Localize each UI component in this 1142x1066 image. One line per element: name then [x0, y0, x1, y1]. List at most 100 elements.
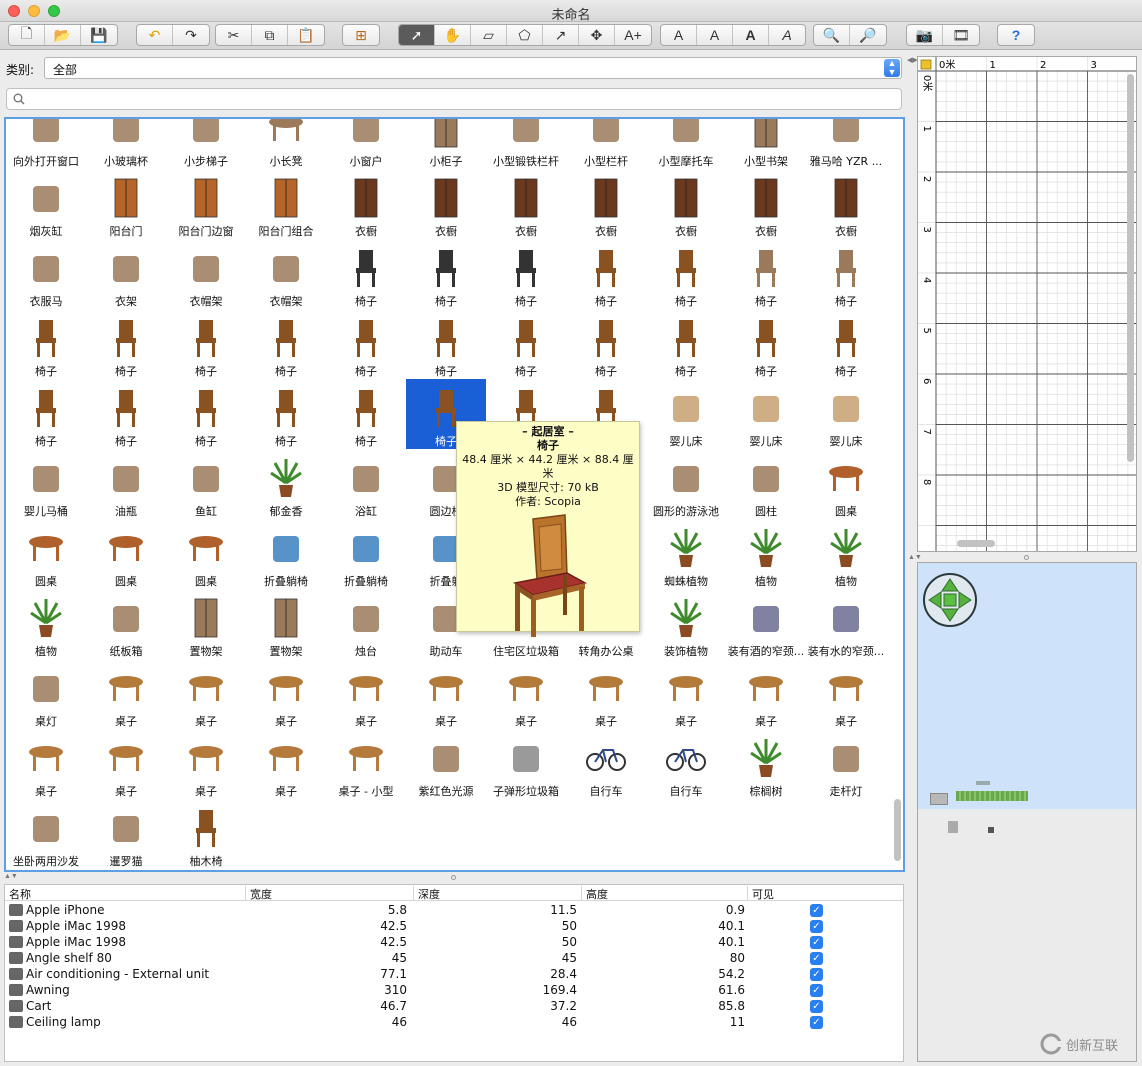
open-folder-icon[interactable]: 📂 — [45, 25, 81, 45]
visible-checkbox[interactable]: ✓ — [810, 936, 823, 949]
catalog-item[interactable]: 烛台 — [326, 589, 406, 659]
3d-view[interactable] — [917, 562, 1137, 1062]
catalog-item[interactable]: 阳台门组合 — [246, 169, 326, 239]
catalog-item[interactable]: 椅子 — [246, 309, 326, 379]
column-header-height[interactable]: 高度 — [581, 886, 747, 901]
table-row[interactable]: Apple iMac 1998 42.5 50 40.1 ✓ — [5, 918, 891, 934]
catalog-item[interactable]: 紫红色光源 — [406, 729, 486, 799]
cut-icon[interactable]: ✂ — [216, 25, 252, 45]
decrease-text-size-icon[interactable]: A — [697, 25, 733, 45]
catalog-item[interactable]: 桌灯 — [6, 659, 86, 729]
catalog-item[interactable]: 椅子 — [726, 309, 806, 379]
visible-checkbox[interactable]: ✓ — [810, 904, 823, 917]
column-header-depth[interactable]: 深度 — [413, 886, 581, 901]
add-furniture-icon[interactable]: ⊞ — [343, 25, 379, 45]
horizontal-splitter[interactable]: ▲▼ — [0, 873, 910, 883]
catalog-item[interactable]: 椅子 — [486, 239, 566, 309]
new-file-icon[interactable]: 🗋 — [9, 25, 45, 45]
table-row[interactable]: Apple iMac 1998 42.5 50 40.1 ✓ — [5, 934, 891, 950]
catalog-item[interactable]: 衣橱 — [326, 169, 406, 239]
catalog-item[interactable]: 桌子 — [326, 659, 406, 729]
catalog-scrollbar[interactable] — [894, 799, 901, 861]
catalog-item[interactable]: 衣橱 — [566, 169, 646, 239]
catalog-item[interactable]: 装饰植物 — [646, 589, 726, 659]
catalog-item[interactable]: 椅子 — [806, 239, 886, 309]
column-header-width[interactable]: 宽度 — [245, 886, 413, 901]
italic-text-icon[interactable]: A — [769, 25, 805, 45]
catalog-item[interactable]: 置物架 — [246, 589, 326, 659]
catalog-item[interactable]: 椅子 — [326, 239, 406, 309]
catalog-item[interactable]: 衣架 — [86, 239, 166, 309]
catalog-item[interactable]: 阳台门 — [86, 169, 166, 239]
catalog-item[interactable]: 小型锻铁栏杆 — [486, 119, 566, 169]
catalog-item[interactable]: 婴儿床 — [806, 379, 886, 449]
catalog-item[interactable]: 椅子 — [806, 309, 886, 379]
catalog-item[interactable]: 桌子 — [646, 659, 726, 729]
category-select[interactable]: 全部 ▲ ▼ — [44, 57, 902, 79]
save-icon[interactable]: 💾 — [81, 25, 117, 45]
catalog-item[interactable]: 鱼缸 — [166, 449, 246, 519]
catalog-item[interactable]: 走杆灯 — [806, 729, 886, 799]
column-header-visible[interactable]: 可见 — [747, 886, 891, 901]
catalog-item[interactable]: 植物 — [6, 589, 86, 659]
catalog-item[interactable]: 圆桌 — [166, 519, 246, 589]
plan-3d-splitter[interactable]: ▲▼ — [906, 554, 1142, 562]
splitter-handle[interactable] — [451, 875, 456, 880]
catalog-item[interactable]: 椅子 — [646, 309, 726, 379]
catalog-item[interactable]: 婴儿马桶 — [6, 449, 86, 519]
visible-checkbox[interactable]: ✓ — [810, 1016, 823, 1029]
catalog-item[interactable]: 坐卧两用沙发 — [6, 799, 86, 869]
catalog-item[interactable]: 小窗户 — [326, 119, 406, 169]
catalog-item[interactable]: 衣服马 — [6, 239, 86, 309]
select-mode-icon[interactable]: ➚ — [399, 25, 435, 45]
table-row[interactable]: Apple iPhone 5.8 11.5 0.9 ✓ — [5, 902, 891, 918]
catalog-item[interactable]: 自行车 — [566, 729, 646, 799]
catalog-item[interactable]: 衣帽架 — [166, 239, 246, 309]
plan-lock-icon[interactable] — [920, 59, 932, 70]
table-row[interactable]: Ceiling lamp 46 46 11 ✓ — [5, 1014, 891, 1030]
catalog-item[interactable]: 桌子 — [166, 729, 246, 799]
catalog-item[interactable]: 椅子 — [86, 379, 166, 449]
catalog-item[interactable]: 椅子 — [6, 379, 86, 449]
search-input[interactable] — [33, 91, 893, 107]
zoom-in-icon[interactable]: 🔍 — [814, 25, 850, 45]
catalog-item[interactable]: 植物 — [806, 519, 886, 589]
create-dimensions-icon[interactable]: ✥ — [579, 25, 615, 45]
catalog-item[interactable]: 自行车 — [646, 729, 726, 799]
catalog-item[interactable]: 蜘蛛植物 — [646, 519, 726, 589]
catalog-item[interactable]: 圆柱 — [726, 449, 806, 519]
paste-icon[interactable]: 📋 — [288, 25, 324, 45]
catalog-item[interactable]: 阳台门边窗 — [166, 169, 246, 239]
catalog-item[interactable]: 椅子 — [646, 239, 726, 309]
help-icon[interactable]: ? — [998, 25, 1034, 45]
catalog-item[interactable]: 小玻璃杯 — [86, 119, 166, 169]
visible-checkbox[interactable]: ✓ — [810, 968, 823, 981]
catalog-item[interactable]: 桌子 — [246, 729, 326, 799]
redo-icon[interactable]: ↷ — [173, 25, 209, 45]
catalog-item[interactable]: 棕榈树 — [726, 729, 806, 799]
table-row[interactable]: Angle shelf 80 45 45 80 ✓ — [5, 950, 891, 966]
catalog-item[interactable]: 小型书架 — [726, 119, 806, 169]
catalog-item[interactable]: 油瓶 — [86, 449, 166, 519]
catalog-item[interactable]: 烟灰缸 — [6, 169, 86, 239]
table-row[interactable]: Cart 46.7 37.2 85.8 ✓ — [5, 998, 891, 1014]
catalog-item[interactable]: 桌子 — [726, 659, 806, 729]
catalog-item[interactable]: 桌子 — [86, 729, 166, 799]
collapse-arrows-icon[interactable]: ▲▼ — [908, 554, 922, 561]
collapse-arrows-icon[interactable]: ▲▼ — [4, 873, 18, 880]
create-polylines-icon[interactable]: ↗ — [543, 25, 579, 45]
visible-checkbox[interactable]: ✓ — [810, 920, 823, 933]
catalog-item[interactable]: 柚木椅 — [166, 799, 246, 869]
plan-view[interactable]: 0米 1 2 3 0米 1 2 3 4 5 6 7 8 — [917, 56, 1137, 552]
increase-text-size-icon[interactable]: A — [661, 25, 697, 45]
catalog-item[interactable]: 桌子 — [166, 659, 246, 729]
catalog-item[interactable]: 椅子 — [406, 239, 486, 309]
visible-checkbox[interactable]: ✓ — [810, 952, 823, 965]
create-video-icon[interactable]: 🎞 — [943, 25, 979, 45]
catalog-item[interactable]: 雅马哈 YZR ... — [806, 119, 886, 169]
catalog-item[interactable]: 小型栏杆 — [566, 119, 646, 169]
undo-icon[interactable]: ↶ — [137, 25, 173, 45]
catalog-item[interactable]: 椅子 — [166, 309, 246, 379]
catalog-item[interactable]: 衣橱 — [406, 169, 486, 239]
create-walls-icon[interactable]: ▱ — [471, 25, 507, 45]
